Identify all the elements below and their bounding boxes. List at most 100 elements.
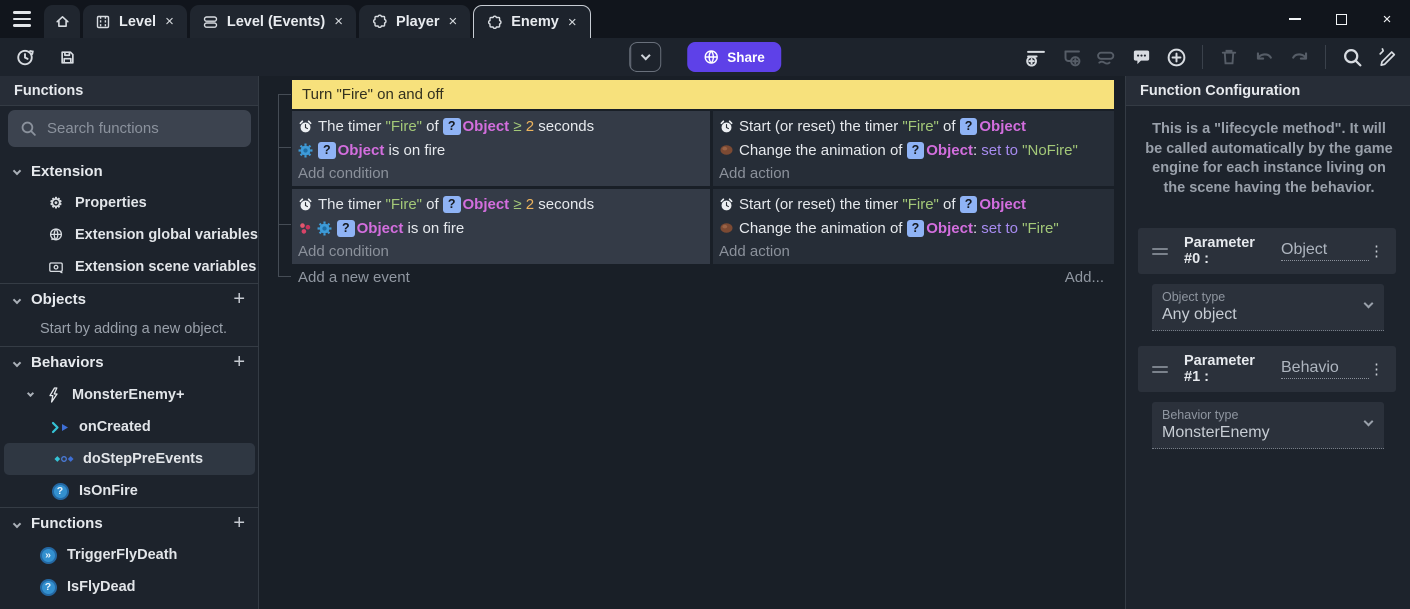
parameter-0-card: Parameter #0 : Object ⋮ bbox=[1138, 228, 1396, 274]
condition-is-on-fire-inverted[interactable]: ?Object is on fire bbox=[298, 216, 710, 240]
close-button[interactable]: × bbox=[1364, 0, 1410, 38]
parameter-label: Parameter #1 : bbox=[1184, 353, 1273, 385]
condition-timer[interactable]: The timer "Fire" of ?Object ≥ 2 seconds bbox=[298, 192, 710, 216]
maximize-button[interactable] bbox=[1318, 0, 1364, 38]
events-sheet: Turn "Fire" on and off The timer "Fire" … bbox=[259, 76, 1125, 609]
lifecycle-oncreated-icon bbox=[50, 421, 70, 434]
comment-event[interactable]: Turn "Fire" on and off bbox=[292, 80, 1114, 109]
object-param-badge: ? bbox=[907, 220, 925, 237]
window-controls: × bbox=[1272, 0, 1410, 38]
lifecycle-dostep-icon bbox=[54, 453, 74, 465]
tab-label: Enemy bbox=[511, 14, 559, 30]
add-action-button[interactable]: Add action bbox=[719, 162, 1114, 184]
tab-level-events[interactable]: Level (Events) × bbox=[190, 5, 356, 38]
history-icon[interactable] bbox=[12, 44, 38, 70]
minimize-button[interactable] bbox=[1272, 0, 1318, 38]
action-start-timer[interactable]: Start (or reset) the timer "Fire" of ?Ob… bbox=[719, 114, 1114, 138]
parameter-1-card: Parameter #1 : Behavio ⋮ bbox=[1138, 346, 1396, 392]
search-icon[interactable] bbox=[1339, 44, 1365, 70]
close-icon[interactable]: × bbox=[164, 13, 175, 30]
events-icon bbox=[202, 14, 219, 30]
sidebar-item-isflydead[interactable]: ? IsFlyDead bbox=[0, 571, 259, 603]
add-action-button[interactable]: Add action bbox=[719, 240, 1114, 262]
gdevelop-window: Level × Level (Events) × Player × Enemy … bbox=[0, 0, 1410, 609]
condition-is-on-fire[interactable]: ?Object is on fire bbox=[298, 138, 710, 162]
add-condition-button[interactable]: Add condition bbox=[298, 162, 710, 184]
lightning-icon bbox=[43, 387, 63, 403]
parameter-name-input[interactable]: Behavio bbox=[1281, 359, 1369, 379]
animation-icon bbox=[719, 143, 734, 157]
extension-icon bbox=[371, 13, 388, 30]
add-event-row: Add a new event Add... bbox=[298, 269, 1114, 286]
tab-label: Player bbox=[396, 14, 440, 30]
search-icon bbox=[20, 120, 37, 137]
tab-level[interactable]: Level × bbox=[83, 5, 187, 38]
chevron-down-icon bbox=[27, 389, 34, 396]
tab-enemy[interactable]: Enemy × bbox=[473, 5, 590, 38]
preview-button[interactable]: Preview bbox=[629, 42, 661, 72]
drag-handle-icon[interactable] bbox=[1152, 248, 1168, 255]
menu-icon[interactable] bbox=[0, 0, 44, 38]
add-condition-button[interactable]: Add condition bbox=[298, 240, 710, 262]
sidebar-item-isonfire[interactable]: ? IsOnFire bbox=[0, 475, 259, 507]
sidebar-item-monsterenemy[interactable]: MonsterEnemy + bbox=[0, 379, 259, 411]
add-behavior-button[interactable]: + bbox=[233, 351, 245, 374]
section-objects[interactable]: Objects + bbox=[0, 283, 259, 315]
action-change-animation[interactable]: Change the animation of ?Object: set to … bbox=[719, 138, 1114, 162]
kebab-menu-icon[interactable]: ⋮ bbox=[1369, 242, 1384, 260]
search-input[interactable] bbox=[47, 120, 227, 137]
add-method-button[interactable]: + bbox=[176, 387, 184, 403]
object-param-badge: ? bbox=[443, 118, 461, 135]
undo-icon bbox=[1251, 44, 1277, 70]
add-more-button[interactable]: Add... bbox=[1065, 269, 1104, 286]
sidebar-item-oncreated[interactable]: onCreated bbox=[0, 411, 259, 443]
alarm-clock-icon bbox=[719, 197, 734, 212]
action-change-animation[interactable]: Change the animation of ?Object: set to … bbox=[719, 216, 1114, 240]
sidebar-item-triggerflydeath[interactable]: » TriggerFlyDeath bbox=[0, 539, 259, 571]
sidebar-item-properties[interactable]: ⚙ Properties bbox=[0, 187, 259, 219]
condition-function-icon: ? bbox=[38, 579, 58, 596]
close-icon[interactable]: × bbox=[567, 14, 578, 31]
close-icon[interactable]: × bbox=[448, 13, 459, 30]
function-configuration-panel: Function Configuration This is a "lifecy… bbox=[1125, 76, 1410, 609]
conditions-cell: The timer "Fire" of ?Object ≥ 2 seconds … bbox=[292, 189, 710, 264]
preview-dropdown-button[interactable] bbox=[630, 42, 660, 72]
scene-icon bbox=[95, 14, 111, 30]
section-behaviors[interactable]: Behaviors + bbox=[0, 346, 259, 378]
sidebar-item-dosteppreevents[interactable]: doStepPreEvents bbox=[4, 443, 255, 475]
behavior-type-dropdown[interactable]: Behavior type MonsterEnemy bbox=[1152, 402, 1384, 449]
object-type-dropdown[interactable]: Object type Any object bbox=[1152, 284, 1384, 331]
share-label: Share bbox=[727, 50, 765, 65]
search-functions-field[interactable] bbox=[8, 110, 251, 147]
add-function-button[interactable]: + bbox=[233, 512, 245, 535]
add-object-button[interactable]: + bbox=[233, 288, 245, 311]
toolbar-separator bbox=[1325, 45, 1326, 69]
condition-timer[interactable]: The timer "Fire" of ?Object ≥ 2 seconds bbox=[298, 114, 710, 138]
event-tree-tick bbox=[278, 94, 291, 95]
save-icon[interactable] bbox=[54, 44, 80, 70]
edit-extension-icon[interactable] bbox=[1374, 44, 1400, 70]
tab-player[interactable]: Player × bbox=[359, 5, 470, 38]
sidebar-item-extension-scene-variables[interactable]: Extension scene variables bbox=[0, 251, 259, 283]
alarm-clock-icon bbox=[298, 119, 313, 134]
extension-icon bbox=[486, 14, 503, 31]
parameter-name-input[interactable]: Object bbox=[1281, 241, 1369, 261]
tab-home[interactable] bbox=[44, 5, 80, 38]
action-start-timer[interactable]: Start (or reset) the timer "Fire" of ?Ob… bbox=[719, 192, 1114, 216]
close-icon[interactable]: × bbox=[333, 13, 344, 30]
behavior-gear-icon bbox=[298, 143, 313, 158]
share-button[interactable]: Share bbox=[687, 42, 781, 72]
object-param-badge: ? bbox=[443, 196, 461, 213]
add-circle-icon[interactable] bbox=[1163, 44, 1189, 70]
section-functions[interactable]: Functions + bbox=[0, 507, 259, 539]
toolbar-separator bbox=[1202, 45, 1203, 69]
add-new-event-button[interactable]: Add a new event bbox=[298, 269, 410, 286]
sidebar-item-extension-global-variables[interactable]: Extension global variables bbox=[0, 219, 259, 251]
add-comment-icon[interactable] bbox=[1128, 44, 1154, 70]
functions-sidebar: Functions Extension ⚙ Properties Extensi… bbox=[0, 76, 259, 609]
section-extension[interactable]: Extension bbox=[0, 155, 259, 187]
drag-handle-icon[interactable] bbox=[1152, 366, 1168, 373]
add-event-icon[interactable] bbox=[1023, 44, 1049, 70]
kebab-menu-icon[interactable]: ⋮ bbox=[1369, 360, 1384, 378]
scene-variables-icon bbox=[46, 260, 66, 275]
